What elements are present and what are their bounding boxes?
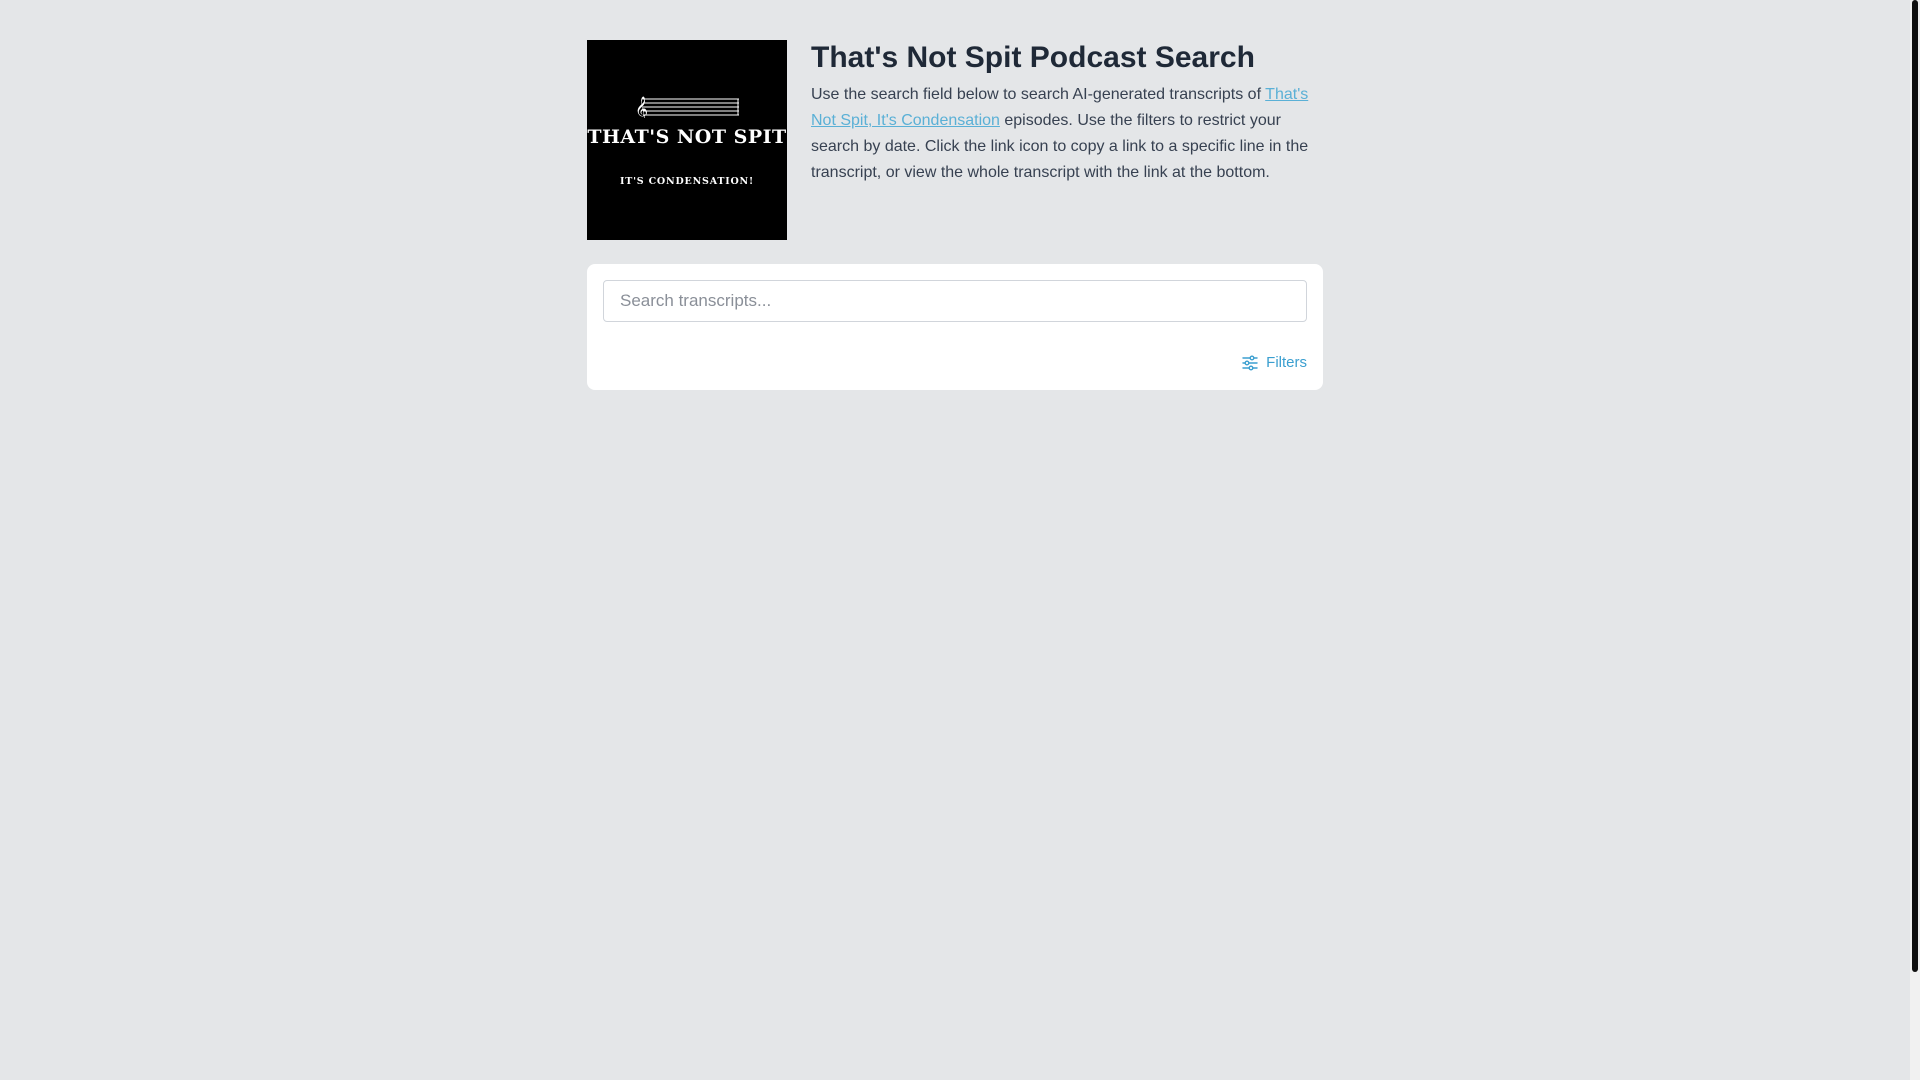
music-staff-icon: 𝄞 (635, 96, 739, 118)
intro: That's Not Spit Podcast Search Use the s… (811, 40, 1323, 186)
search-input[interactable] (603, 280, 1307, 322)
page-title: That's Not Spit Podcast Search (811, 41, 1255, 74)
podcast-cover-art: 𝄞 THAT'S NOT SPIT IT'S CONDENSATION! (587, 40, 787, 240)
filters-label: Filters (1266, 354, 1307, 371)
cover-title: THAT'S NOT SPIT (587, 126, 787, 148)
svg-text:𝄞: 𝄞 (635, 96, 648, 118)
scrollbar-thumb[interactable] (1912, 0, 1918, 972)
scrollbar[interactable] (1910, 0, 1920, 1080)
cover-subtitle: IT'S CONDENSATION! (619, 176, 755, 187)
page: 𝄞 THAT'S NOT SPIT IT'S CONDENSATION! Tha… (0, 0, 1920, 1080)
description-text-start: Use the search field below to search AI-… (811, 86, 1266, 103)
header: 𝄞 THAT'S NOT SPIT IT'S CONDENSATION! Tha… (587, 40, 1323, 240)
search-card: Filters (587, 264, 1323, 390)
filters-button[interactable]: Filters (1242, 354, 1307, 371)
page-description: Use the search field below to search AI-… (811, 82, 1323, 186)
sliders-icon (1242, 355, 1258, 370)
